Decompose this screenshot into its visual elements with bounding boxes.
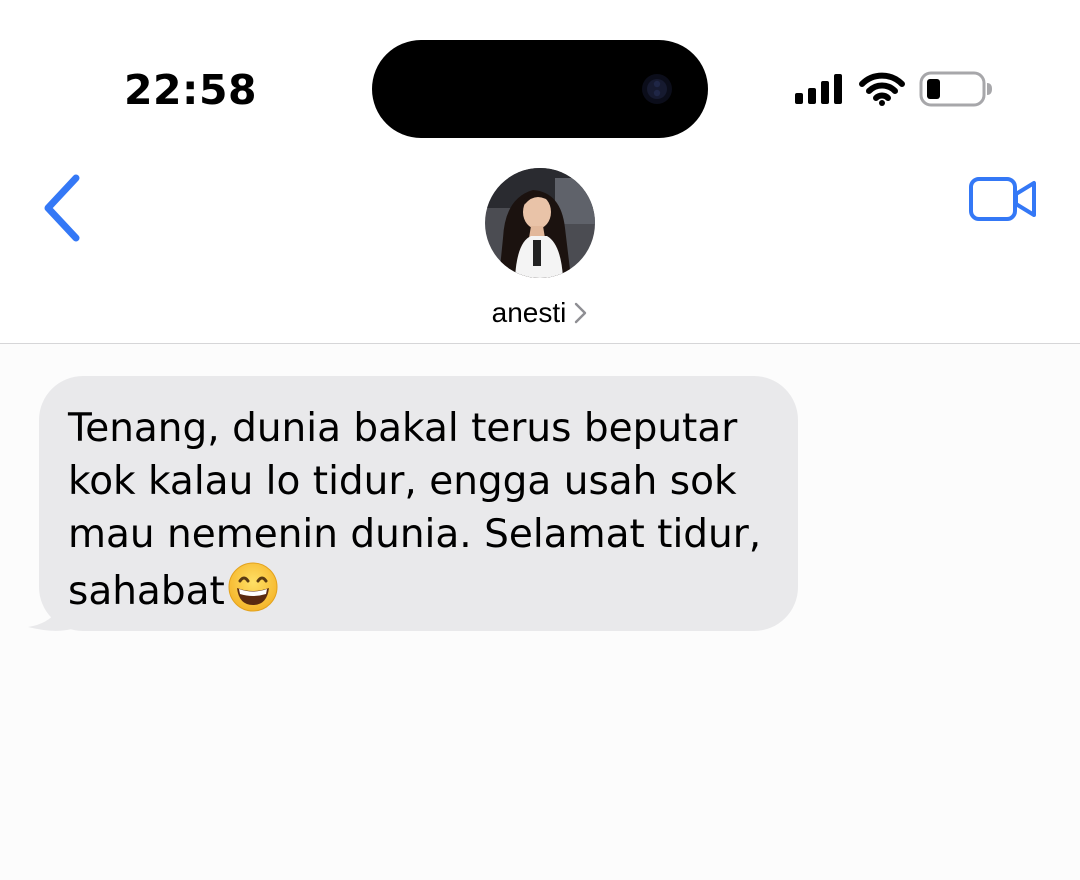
contact-name-button[interactable]: anesti xyxy=(0,296,1080,330)
contact-avatar[interactable] xyxy=(485,168,595,278)
message-text: Tenang, dunia bakal terus beputar kok ka… xyxy=(68,402,768,618)
signal-bars-icon xyxy=(795,74,842,104)
message-text-body: Tenang, dunia bakal terus beputar kok ka… xyxy=(68,406,762,614)
back-chevron-icon[interactable] xyxy=(38,172,86,244)
conversation-header: 22:58 anesti xyxy=(0,0,1080,344)
battery-low-icon xyxy=(919,71,992,107)
facetime-video-icon[interactable] xyxy=(968,176,1038,222)
front-camera-icon xyxy=(642,74,672,104)
message-bubble: Tenang, dunia bakal terus beputar kok ka… xyxy=(39,376,798,631)
grinning-face-with-smiling-eyes-icon xyxy=(228,562,278,612)
chevron-right-icon xyxy=(575,302,587,324)
status-time: 22:58 xyxy=(124,66,258,114)
wifi-icon xyxy=(859,72,905,106)
incoming-message[interactable]: Tenang, dunia bakal terus beputar kok ka… xyxy=(24,374,804,634)
contact-name: anesti xyxy=(491,297,567,328)
